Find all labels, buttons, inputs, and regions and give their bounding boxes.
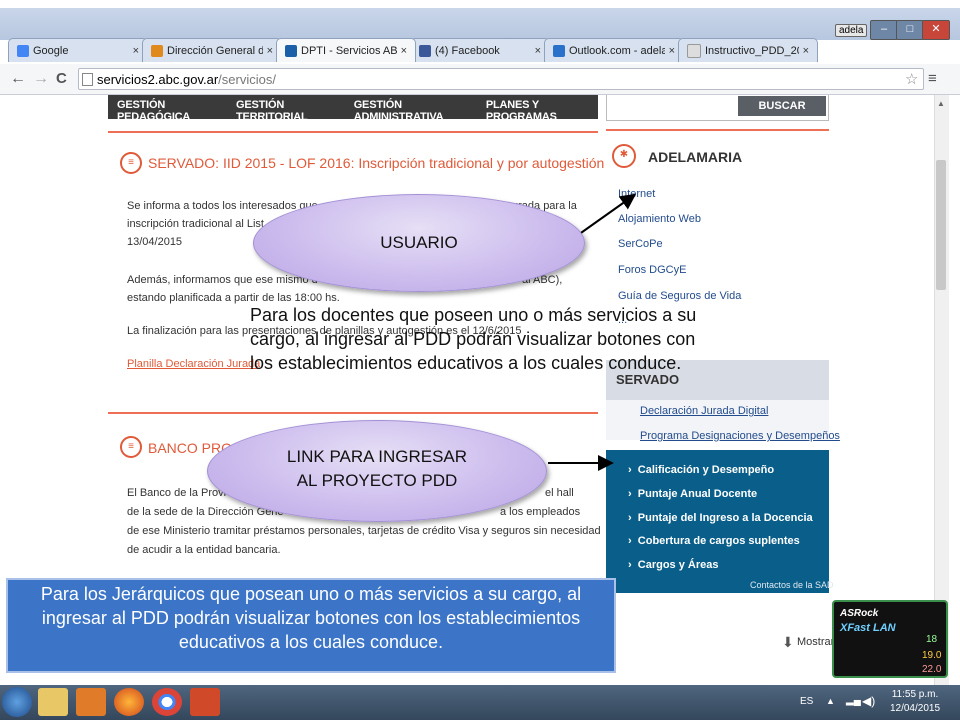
abc-favicon-icon: [285, 44, 297, 57]
tab-close-icon[interactable]: ×: [803, 45, 809, 57]
window-user-badge: adela: [835, 24, 868, 37]
tab-instructivo[interactable]: Instructivo_PDD_2015_C×: [678, 38, 818, 62]
gear-icon: ✱: [612, 144, 636, 168]
system-clock[interactable]: 11:55 p.m. 12/04/2015: [880, 688, 950, 716]
menu-gestion-territorial[interactable]: GESTIÓN TERRITORIAL: [227, 95, 345, 123]
jerarquicos-caption-box: Para los Jerárquicos que posean uno o má…: [6, 578, 616, 673]
facebook-icon: [419, 44, 431, 57]
maximize-button[interactable]: □: [896, 20, 924, 40]
tab-close-icon[interactable]: ×: [133, 45, 139, 57]
news-divider: [108, 131, 598, 133]
tray-expand-icon[interactable]: ▲: [826, 696, 835, 706]
firefox-taskbar-icon[interactable]: [114, 688, 144, 716]
programa-designaciones-link[interactable]: Programa Designaciones y Desempeños: [640, 430, 840, 442]
tab-direccion-general[interactable]: Dirección General de Cu×: [142, 38, 282, 62]
news-icon: ≡: [120, 152, 142, 174]
tab-close-icon[interactable]: ×: [267, 45, 273, 57]
close-window-button[interactable]: ✕: [922, 20, 950, 40]
blue-link-puntaje-anual[interactable]: › Puntaje Anual Docente: [628, 488, 757, 500]
tab-dpti[interactable]: DPTI - Servicios ABC - D×: [276, 38, 416, 62]
volume-icon[interactable]: ◀): [862, 694, 875, 708]
chevron-right-icon: ›: [628, 535, 638, 547]
tab-strip: Google× Dirección General de Cu× DPTI - …: [8, 38, 818, 64]
news-title-servado[interactable]: SERVADO: IID 2015 - LOF 2016: Inscripció…: [148, 155, 604, 171]
news-text: El Banco de la Provi: [127, 487, 227, 499]
bubble-usuario: USUARIO: [253, 194, 585, 292]
windows-taskbar: [0, 685, 960, 720]
arrow-to-user: [577, 193, 637, 236]
menu-icon[interactable]: ≡: [928, 70, 937, 87]
news-text: de acudir a la entidad bancaria.: [127, 544, 281, 556]
news-text: de ese Ministerio tramitar préstamos per…: [127, 525, 601, 537]
blue-link-calificacion[interactable]: › Calificación y Desempeño: [628, 464, 774, 476]
tab-close-icon[interactable]: ×: [669, 45, 675, 57]
menu-gestion-pedagogica[interactable]: GESTIÓN PEDAGÓGICA: [108, 95, 227, 123]
scroll-up-icon[interactable]: ▲: [937, 99, 945, 108]
download-arrow-icon: ⬇: [782, 634, 794, 650]
page-icon: [82, 73, 93, 86]
blue-link-cargos[interactable]: › Cargos y Áreas: [628, 559, 719, 571]
slide-top-margin: [0, 0, 960, 8]
news-text: el hall: [545, 487, 574, 499]
search-button[interactable]: BUSCAR: [738, 96, 826, 116]
media-player-taskbar-icon[interactable]: [76, 688, 106, 716]
scrollbar-thumb[interactable]: [936, 160, 946, 290]
tab-facebook[interactable]: (4) Facebook ×: [410, 38, 550, 62]
declaracion-jurada-link[interactable]: Declaración Jurada Digital: [640, 405, 768, 417]
chevron-right-icon: ›: [628, 488, 638, 500]
explorer-taskbar-icon[interactable]: [38, 688, 68, 716]
docentes-caption: Para los docentes que poseen uno o más s…: [250, 305, 697, 373]
planilla-link[interactable]: Planilla Declaración Jurada: [127, 355, 260, 373]
address-bar[interactable]: servicios2.abc.gov.ar/servicios/: [78, 68, 924, 90]
user-name: ADELAMARIA: [648, 149, 743, 165]
forward-button[interactable]: →: [33, 70, 49, 88]
news-icon: ≡: [120, 436, 142, 458]
news-text: a los empleados: [500, 506, 581, 518]
blue-link-cobertura[interactable]: › Cobertura de cargos suplentes: [628, 535, 800, 547]
powerpoint-taskbar-icon[interactable]: [190, 688, 220, 716]
browser-titlebar: [0, 8, 960, 40]
news-text: inscripción tradicional al List: [127, 218, 264, 230]
blue-link-puntaje-ingreso[interactable]: › Puntaje del Ingreso a la Docencia: [628, 512, 813, 524]
asrock-xfast-lan-gadget: ASRock XFast LAN 18 19.0 22.0: [832, 600, 948, 678]
site-favicon-icon: [151, 44, 163, 57]
google-icon: [17, 44, 29, 57]
bubble-link-pdd: LINK PARA INGRESAR AL PROYECTO PDD: [207, 420, 547, 522]
contactos-link[interactable]: Contactos de la SAD: [750, 580, 834, 590]
network-signal-icon[interactable]: ▂▄: [846, 695, 861, 706]
news-text: 13/04/2015: [127, 236, 183, 248]
language-indicator[interactable]: ES: [800, 696, 813, 707]
chevron-right-icon: ›: [628, 512, 638, 524]
reload-button[interactable]: C: [56, 70, 67, 87]
chrome-taskbar-icon[interactable]: [152, 688, 182, 716]
tab-close-icon[interactable]: ×: [401, 45, 407, 57]
bookmark-star-icon[interactable]: ☆: [905, 70, 918, 88]
document-icon: [687, 43, 701, 58]
menu-planes-programas[interactable]: PLANES Y PROGRAMAS: [477, 95, 598, 123]
tab-outlook[interactable]: Outlook.com - adelacon×: [544, 38, 684, 62]
tab-close-icon[interactable]: ×: [535, 45, 541, 57]
news-divider: [108, 412, 598, 414]
outlook-icon: [553, 44, 565, 57]
start-button[interactable]: [2, 687, 32, 717]
minimize-button[interactable]: –: [870, 20, 898, 40]
site-main-menu: GESTIÓN PEDAGÓGICA GESTIÓN TERRITORIAL G…: [108, 95, 598, 123]
panel-divider: [606, 129, 829, 131]
menu-gestion-administrativa[interactable]: GESTIÓN ADMINISTRATIVA: [345, 95, 477, 123]
tab-google[interactable]: Google ×: [8, 38, 148, 62]
chevron-right-icon: ›: [628, 559, 638, 571]
back-button[interactable]: ←: [10, 70, 26, 88]
